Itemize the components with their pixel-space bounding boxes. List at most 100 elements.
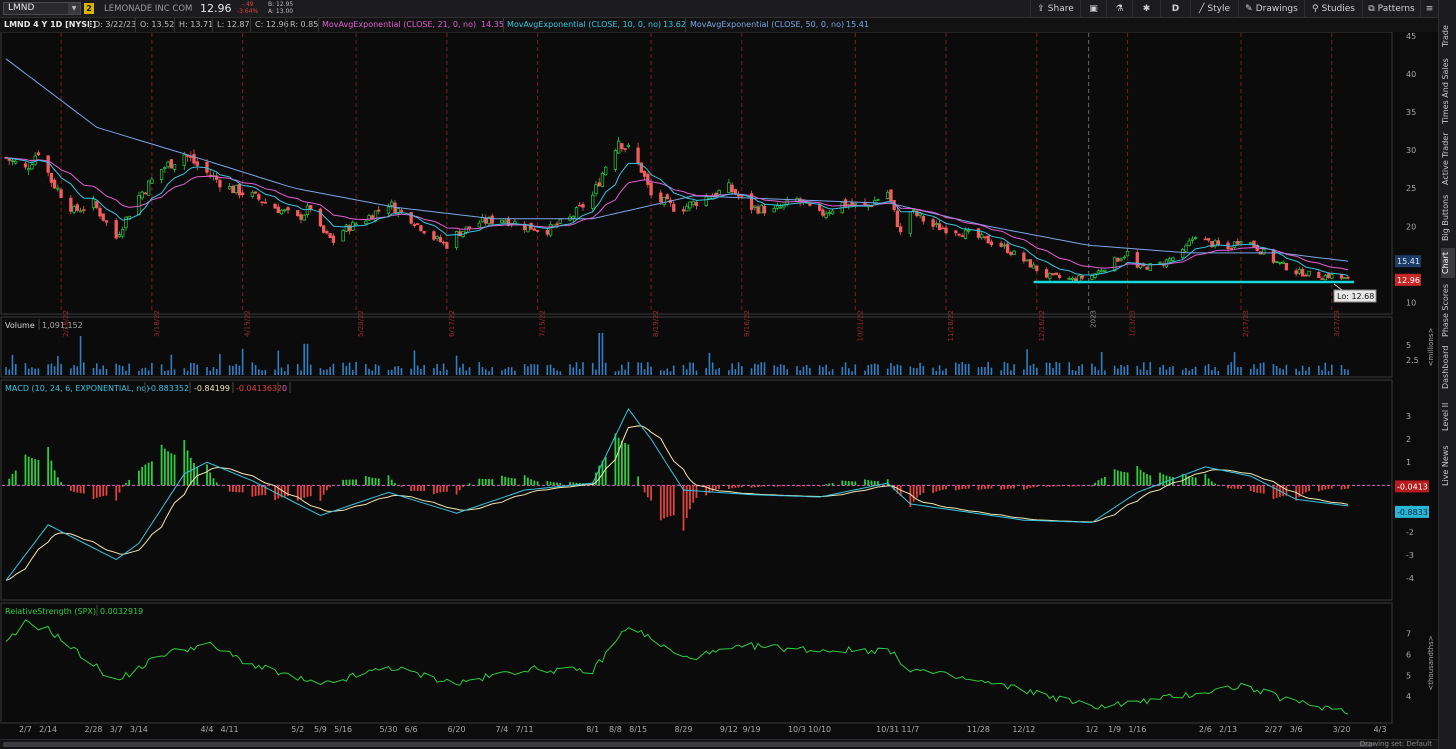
period-button[interactable]: D <box>1160 0 1190 18</box>
style-button[interactable]: ╱ Style <box>1190 0 1238 18</box>
down-candle <box>240 192 245 196</box>
macd-tick-label: -4 <box>1406 574 1414 583</box>
x-axis-label: 10/10 <box>808 725 831 734</box>
down-candle <box>756 206 760 214</box>
side-tab-times-and-sales[interactable]: Times And Sales <box>1441 56 1455 126</box>
up-candle <box>934 223 938 226</box>
date-marker-label: 10/21/22 <box>856 310 864 341</box>
side-tab-big-buttons[interactable]: Big Buttons <box>1441 192 1455 244</box>
x-axis-label: 5/2 <box>291 725 304 734</box>
drawing-set-label: Drawing set: Default <box>1359 740 1432 748</box>
down-candle <box>299 214 303 220</box>
down-candle <box>169 159 173 169</box>
divider <box>685 18 686 32</box>
macd-tick-label: 1 <box>1406 458 1411 467</box>
side-tab-level-ii[interactable]: Level II <box>1441 396 1455 438</box>
up-candle <box>824 213 828 218</box>
share-button[interactable]: ⇪ Share <box>1030 0 1080 18</box>
down-candle <box>82 209 86 211</box>
up-candle <box>1171 257 1175 261</box>
down-candle <box>1206 238 1211 241</box>
side-tab-dashboard[interactable]: Dashboard <box>1441 342 1455 392</box>
scrollbar-thumb[interactable] <box>3 742 1373 747</box>
down-candle <box>69 197 73 212</box>
up-candle <box>908 211 913 235</box>
menu-button[interactable]: ≡ <box>1420 0 1438 18</box>
down-candle <box>263 201 267 204</box>
up-candle <box>594 184 598 195</box>
symbol-input[interactable]: LMND ▼ <box>3 2 81 15</box>
down-candle <box>52 179 57 189</box>
side-tab-live-news[interactable]: Live News <box>1441 442 1455 490</box>
x-axis-label: 2/27 <box>1264 725 1282 734</box>
x-axis-label: 1/9 <box>1108 725 1121 734</box>
grid-button[interactable]: ▣ <box>1080 0 1106 18</box>
up-candle <box>1193 237 1198 239</box>
macd-diff-badge: -0.0413 <box>1397 482 1428 491</box>
side-tab-phase-scores[interactable]: Phase Scores <box>1441 282 1455 338</box>
up-candle <box>911 209 916 211</box>
up-candle <box>14 161 18 164</box>
chart-scrollbar[interactable]: Drawing set: Default <box>0 739 1438 749</box>
up-candle <box>140 191 144 199</box>
macd-title: MACD (10, 24, 6, EXPONENTIAL, no) <box>5 384 149 393</box>
x-axis-label: 2/14 <box>39 725 57 734</box>
down-candle <box>419 225 423 231</box>
flask-button[interactable]: ⚗ <box>1106 0 1132 18</box>
down-candle <box>581 204 585 208</box>
volume-tick-label: 5 <box>1406 341 1411 350</box>
patterns-button[interactable]: ⧉ Patterns <box>1362 0 1420 18</box>
up-candle <box>1125 251 1130 257</box>
drawings-button[interactable]: ✎ Drawings <box>1238 0 1304 18</box>
down-candle <box>532 228 537 231</box>
x-axis-label: 4/11 <box>221 725 239 734</box>
up-candle <box>480 217 485 223</box>
up-candle <box>1119 258 1123 261</box>
up-candle <box>1067 277 1071 280</box>
up-candle <box>250 191 255 197</box>
macd-tick-label: 2 <box>1406 435 1411 444</box>
down-candle <box>636 147 640 164</box>
down-candle <box>665 194 669 200</box>
down-candle <box>762 205 767 214</box>
up-candle <box>150 178 154 184</box>
down-candle <box>1326 273 1331 279</box>
down-candle <box>114 220 118 239</box>
x-axis-label: 10/31 <box>876 725 899 734</box>
up-candle <box>182 154 186 166</box>
chart-info-bar: LMND 4 Y 1D [NYSE] D: 3/22/23 O: 13.52 H… <box>0 18 1438 32</box>
macd-tick-label: 3 <box>1406 412 1411 421</box>
up-candle <box>1122 256 1126 259</box>
volume-value: 1,091,152 <box>42 321 83 330</box>
up-candle <box>662 196 666 205</box>
x-axis-label: 6/20 <box>448 725 466 734</box>
chart-area[interactable]: 2/18/22 3/18/22 4/15/22 5/20/22 6/17/22 7/15/… <box>0 32 1438 739</box>
x-axis-label: 3/6 <box>1290 725 1303 734</box>
down-candle <box>331 235 336 243</box>
up-candle <box>1158 262 1162 264</box>
down-candle <box>104 220 109 223</box>
up-candle <box>775 205 780 209</box>
down-candle <box>1346 276 1350 279</box>
up-candle <box>1275 261 1279 263</box>
up-candle <box>1232 241 1237 248</box>
settings-button[interactable]: ✱ <box>1132 0 1160 18</box>
up-candle <box>727 182 731 193</box>
macd-diff: -0.0413632 <box>236 384 282 393</box>
date-marker-label: 11/18/22 <box>947 310 955 341</box>
rs-tick-label: 7 <box>1406 630 1411 639</box>
link-group-badge[interactable]: 2 <box>84 3 94 14</box>
side-tab-chart[interactable]: Chart <box>1441 248 1455 278</box>
down-candle <box>490 215 494 224</box>
down-candle <box>416 223 420 225</box>
up-candle <box>30 164 34 170</box>
drawings-label: Drawings <box>1255 4 1298 14</box>
side-tab-active-trader[interactable]: Active Trader <box>1441 130 1455 188</box>
chevron-down-icon[interactable]: ▼ <box>68 3 80 14</box>
studies-button[interactable]: ⚲ Studies <box>1304 0 1362 18</box>
rs-value: 0.0032919 <box>100 607 143 616</box>
up-candle <box>526 225 530 233</box>
down-candle <box>821 209 825 216</box>
panel-frames <box>0 32 1393 724</box>
side-tab-trade[interactable]: Trade <box>1441 20 1455 52</box>
